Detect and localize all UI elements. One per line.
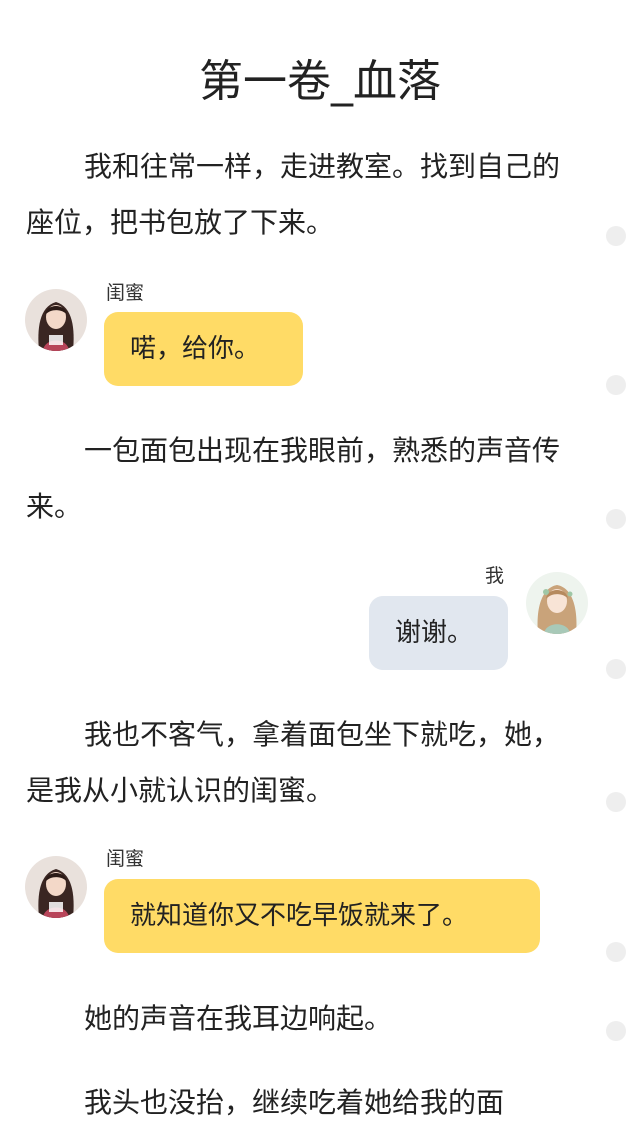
dialogue-2-bubble: 谢谢。 (369, 596, 508, 670)
paragraph-5: 我头也没抬，继续吃着她给我的面 (84, 1086, 505, 1119)
paragraph-dot-icon[interactable] (606, 1021, 626, 1041)
dialogue-2-speaker: 我 (485, 565, 505, 587)
paragraph-3: 我也不客气，拿着面包坐下就吃，她，是我从小就认识的闺蜜。 (26, 718, 561, 807)
me-avatar-icon[interactable] (526, 572, 588, 634)
paragraph-1: 我和往常一样，走进教室。找到自己的座位，把书包放了下来。 (26, 150, 561, 239)
chapter-title: 第一卷_血落 (199, 56, 441, 107)
friend-avatar-icon[interactable] (25, 856, 87, 918)
paragraph-2: 一包面包出现在我眼前，熟悉的声音传来。 (26, 434, 561, 523)
paragraph-dot-icon[interactable] (606, 375, 626, 395)
dialogue-3-bubble: 就知道你又不吃早饭就来了。 (104, 879, 540, 953)
friend-avatar-icon[interactable] (25, 289, 87, 351)
paragraph-dot-icon[interactable] (606, 509, 626, 529)
dialogue-3-speaker: 闺蜜 (106, 848, 145, 870)
paragraph-dot-icon[interactable] (606, 659, 626, 679)
dialogue-1-bubble: 喏，给你。 (104, 312, 303, 386)
paragraph-dot-icon[interactable] (606, 792, 626, 812)
paragraph-4: 她的声音在我耳边响起。 (84, 1002, 393, 1035)
paragraph-dot-icon[interactable] (606, 226, 626, 246)
paragraph-dot-icon[interactable] (606, 942, 626, 962)
dialogue-1-speaker: 闺蜜 (106, 282, 145, 304)
